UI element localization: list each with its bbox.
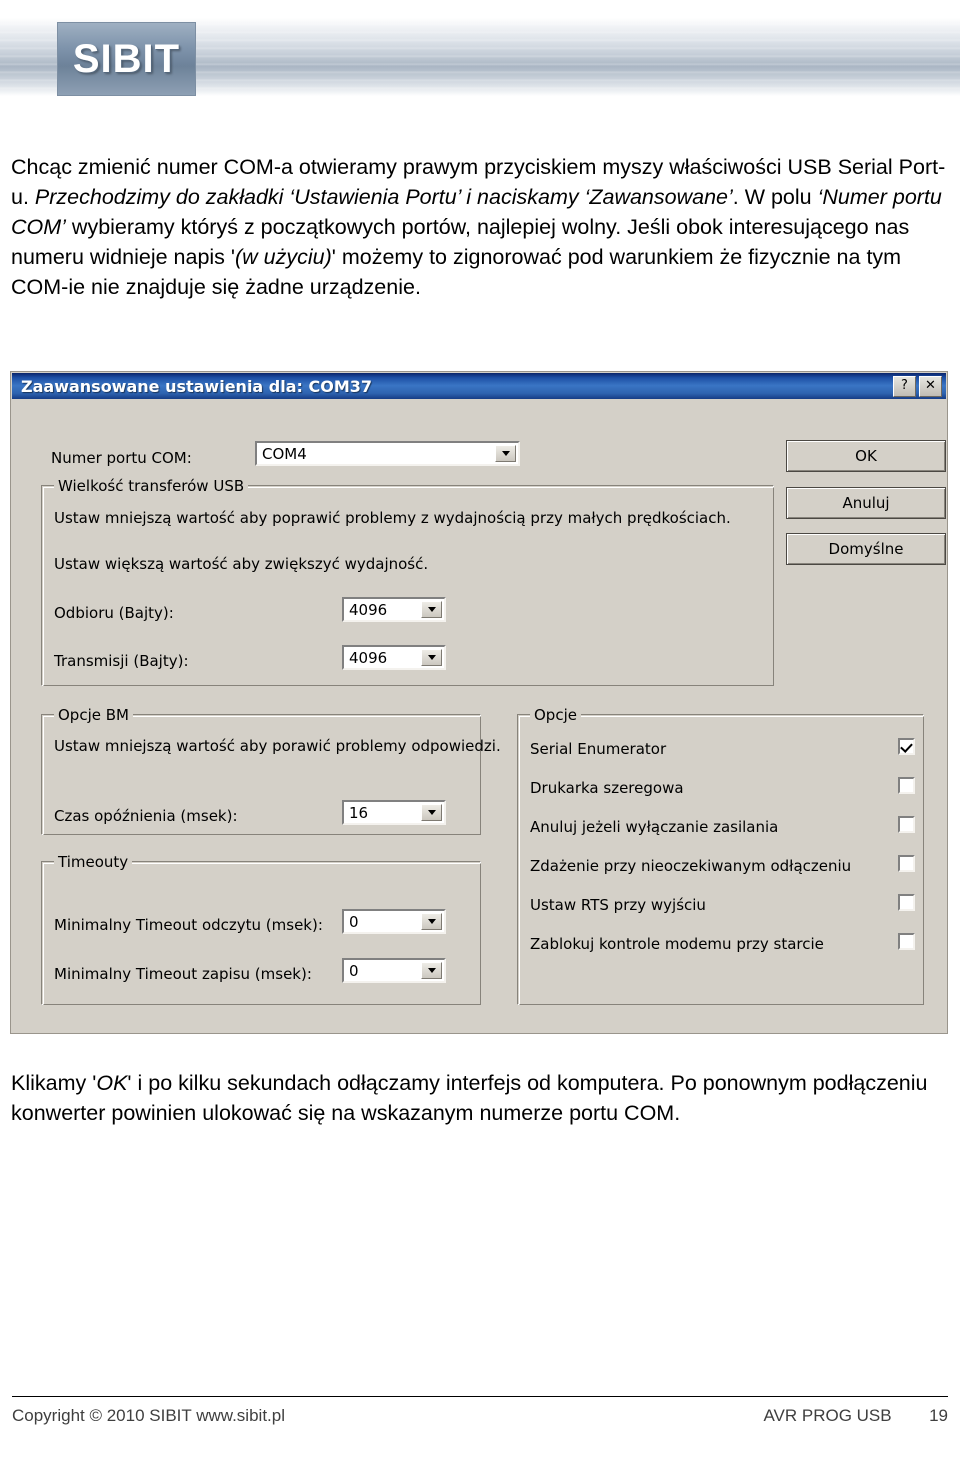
option-label-1: Drukarka szeregowa: [530, 779, 684, 797]
dialog-body: Numer portu COM: COM4 OK Anuluj Domyślne…: [12, 399, 946, 1032]
close-icon[interactable]: ✕: [919, 376, 942, 397]
timeouts-group-title: Timeouty: [54, 853, 133, 871]
chevron-down-icon[interactable]: [421, 804, 442, 821]
options-group-title: Opcje: [530, 706, 581, 724]
footer-divider: [12, 1396, 948, 1397]
defaults-button[interactable]: Domyślne: [786, 533, 946, 565]
option-checkbox-2[interactable]: [898, 816, 915, 833]
help-icon[interactable]: ?: [893, 376, 916, 397]
option-checkbox-3[interactable]: [898, 855, 915, 872]
latency-combo[interactable]: 16: [342, 800, 446, 825]
option-checkbox-5[interactable]: [898, 933, 915, 950]
chevron-down-icon[interactable]: [421, 962, 442, 979]
advanced-settings-dialog: Zaawansowane ustawienia dla: COM37 ? ✕ N…: [10, 371, 948, 1034]
footer-product: AVR PROG USB 19: [763, 1406, 948, 1426]
titlebar-buttons: ? ✕: [893, 376, 942, 397]
rx-bytes-combo[interactable]: 4096: [342, 597, 446, 622]
dialog-titlebar: Zaawansowane ustawienia dla: COM37 ? ✕: [12, 373, 946, 399]
com-port-label: Numer portu COM:: [51, 449, 192, 467]
option-checkbox-4[interactable]: [898, 894, 915, 911]
option-label-0: Serial Enumerator: [530, 740, 667, 758]
tx-bytes-value: 4096: [349, 648, 388, 667]
com-port-value: COM4: [262, 444, 307, 463]
page-banner: SIBIT: [0, 0, 960, 118]
cancel-button[interactable]: Anuluj: [786, 487, 946, 519]
bm-hint: Ustaw mniejszą wartość aby porawić probl…: [54, 737, 501, 755]
option-label-2: Anuluj jeżeli wyłączanie zasilania: [530, 818, 779, 836]
chevron-down-icon[interactable]: [421, 913, 442, 930]
write-timeout-combo[interactable]: 0: [342, 958, 446, 983]
footer-product-label: AVR PROG USB: [763, 1406, 892, 1425]
usb-hint-1: Ustaw mniejszą wartość aby poprawić prob…: [54, 509, 731, 527]
usb-transfer-group-title: Wielkość transferów USB: [54, 477, 249, 495]
tx-bytes-label: Transmisji (Bajty):: [54, 652, 189, 670]
write-timeout-label: Minimalny Timeout zapisu (msek):: [54, 965, 312, 983]
read-timeout-label: Minimalny Timeout odczytu (msek):: [54, 916, 323, 934]
footer-page-number: 19: [929, 1406, 948, 1425]
option-checkbox-0[interactable]: [898, 738, 915, 755]
option-checkbox-1[interactable]: [898, 777, 915, 794]
ok-button[interactable]: OK: [786, 440, 946, 472]
dialog-title: Zaawansowane ustawienia dla: COM37: [21, 376, 373, 396]
latency-label: Czas opóźnienia (msek):: [54, 807, 238, 825]
sibit-logo: SIBIT: [57, 22, 196, 96]
option-label-4: Ustaw RTS przy wyjściu: [530, 896, 706, 914]
chevron-down-icon[interactable]: [495, 445, 516, 462]
chevron-down-icon[interactable]: [421, 649, 442, 666]
tx-bytes-combo[interactable]: 4096: [342, 645, 446, 670]
option-label-3: Zdażenie przy nieoczekiwanym odłączeniu: [530, 857, 852, 875]
rx-bytes-label: Odbioru (Bajty):: [54, 604, 174, 622]
write-timeout-value: 0: [349, 961, 359, 980]
intro-paragraph: Chcąc zmienić numer COM-a otwieramy praw…: [11, 155, 946, 299]
usb-hint-2: Ustaw większą wartość aby zwiększyć wyda…: [54, 555, 429, 573]
chevron-down-icon[interactable]: [421, 601, 442, 618]
option-label-5: Zablokuj kontrole modemu przy starcie: [530, 935, 824, 953]
logo-text: SIBIT: [72, 36, 181, 81]
latency-value: 16: [349, 803, 369, 822]
bm-options-group-title: Opcje BM: [54, 706, 133, 724]
footer-copyright: Copyright © 2010 SIBIT www.sibit.pl: [12, 1406, 285, 1425]
outro-paragraph: Klikamy 'OK' i po kilku sekundach odłącz…: [11, 1071, 928, 1125]
com-port-combo[interactable]: COM4: [255, 441, 520, 466]
read-timeout-value: 0: [349, 912, 359, 931]
rx-bytes-value: 4096: [349, 600, 388, 619]
read-timeout-combo[interactable]: 0: [342, 909, 446, 934]
